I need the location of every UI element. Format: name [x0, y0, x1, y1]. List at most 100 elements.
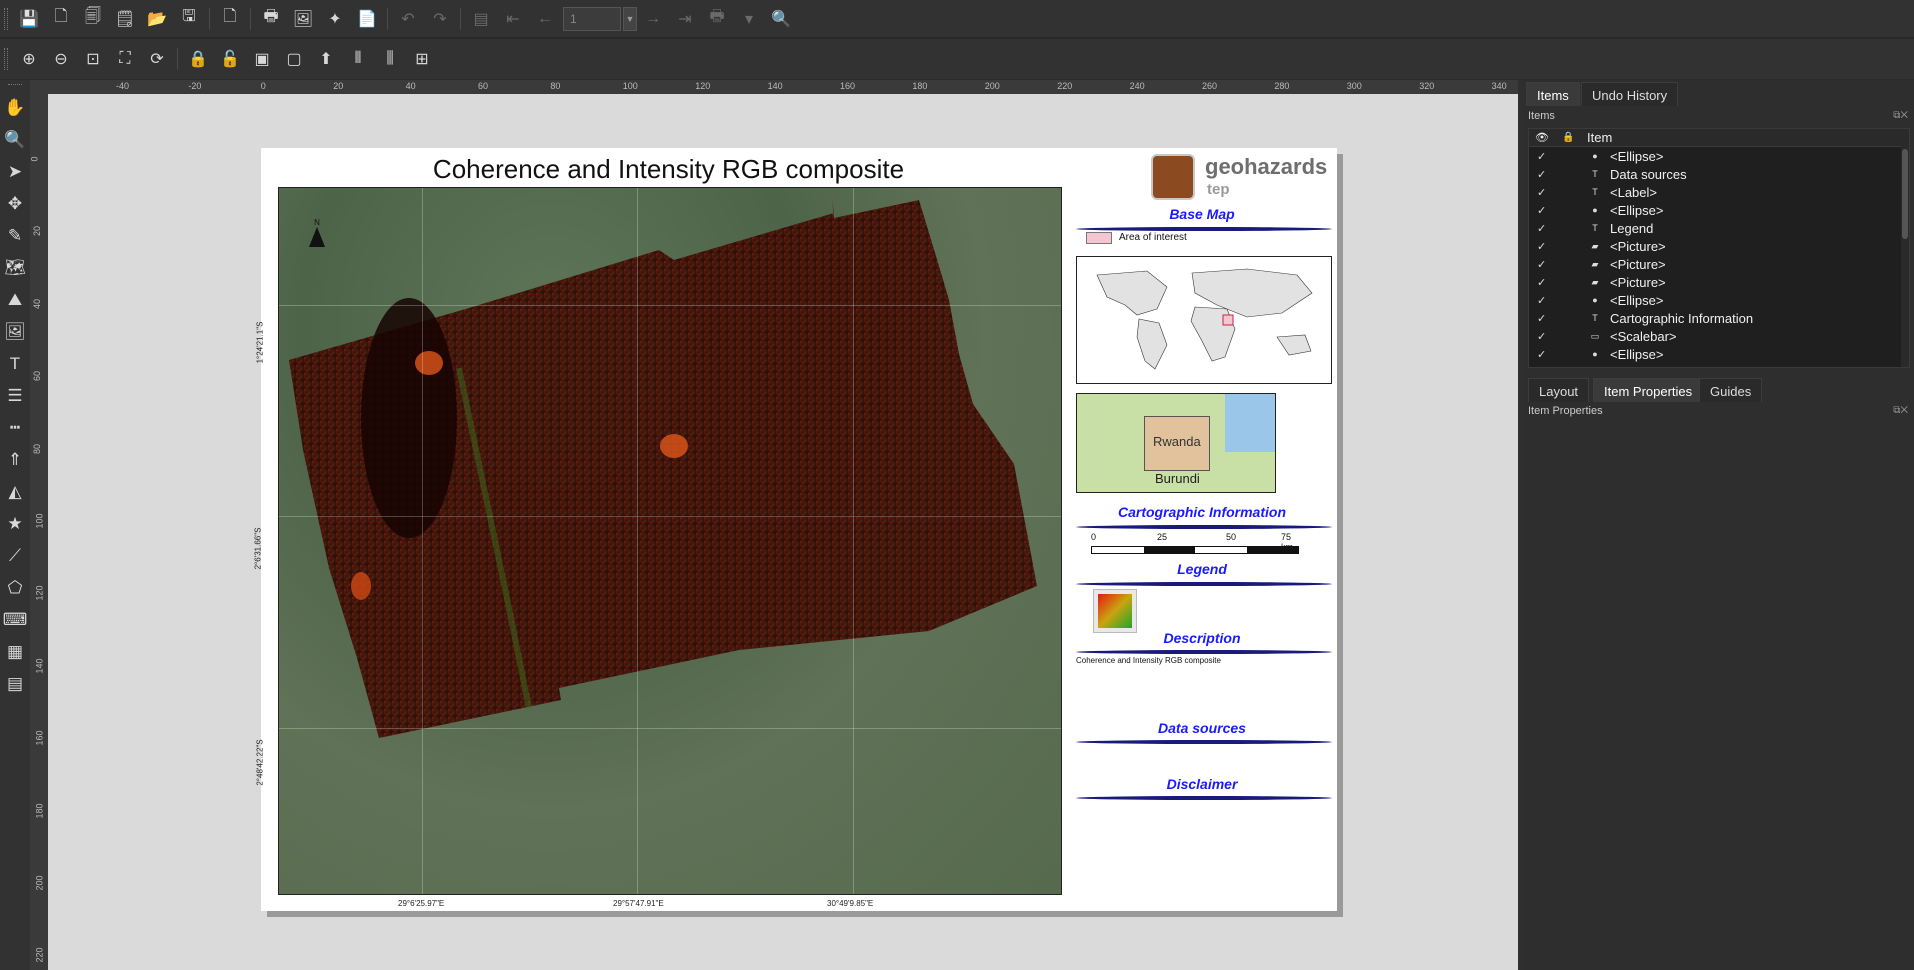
group-items-icon[interactable]: ▣ — [248, 45, 276, 73]
visibility-checkbox[interactable]: ✓ — [1537, 294, 1549, 307]
add-north-arrow-icon[interactable]: ⇑ — [0, 444, 30, 476]
list-item[interactable]: ✓ ● <Ellipse> — [1529, 345, 1909, 363]
move-content-icon[interactable]: ✥ — [0, 188, 30, 220]
raise-items-icon[interactable]: ⬆ — [312, 45, 340, 73]
tab-items[interactable]: Items — [1526, 82, 1580, 106]
list-item[interactable]: ✓ T Cartographic Information — [1529, 309, 1909, 327]
add-picture-icon[interactable]: 🖼 — [0, 316, 30, 348]
zoom-in-icon[interactable]: ⊕ — [15, 45, 43, 73]
save-template-icon[interactable]: 🖫 — [175, 5, 203, 33]
world-overview-map[interactable] — [1076, 256, 1332, 384]
list-item[interactable]: ✓ ● <Ellipse> — [1529, 201, 1909, 219]
zoom-out-icon[interactable]: ⊖ — [47, 45, 75, 73]
list-item[interactable]: ✓ ▰ <Picture> — [1529, 237, 1909, 255]
layout-page[interactable]: Coherence and Intensity RGB composite N … — [253, 148, 1337, 911]
visibility-checkbox[interactable]: ✓ — [1537, 168, 1549, 181]
list-item[interactable]: ✓ ▰ <Picture> — [1529, 273, 1909, 291]
add-html-icon[interactable]: ⌨ — [0, 604, 30, 636]
legend-heading[interactable]: Legend — [1076, 561, 1328, 577]
visibility-checkbox[interactable]: ✓ — [1537, 204, 1549, 217]
legend-color-swatch[interactable] — [1093, 589, 1137, 633]
visibility-checkbox[interactable]: ✓ — [1537, 276, 1549, 289]
visibility-checkbox[interactable]: ✓ — [1537, 222, 1549, 235]
visibility-checkbox[interactable]: ✓ — [1537, 366, 1549, 368]
list-item[interactable]: ✓ ▭ <Scalebar> — [1529, 327, 1909, 345]
add-shape-icon[interactable]: ◭ — [0, 476, 30, 508]
list-item[interactable]: ✓ T <Label> — [1529, 183, 1909, 201]
ruler-vertical[interactable]: 0 20 40 60 80 100 120 140 160 180 200 220 — [30, 94, 48, 970]
print-atlas-icon[interactable]: 🖶 — [703, 5, 731, 33]
refresh-icon[interactable]: ⟳ — [143, 45, 171, 73]
add-polygon-icon[interactable]: ⬠ — [0, 572, 30, 604]
add-legend-icon[interactable]: ☰ — [0, 380, 30, 412]
visibility-checkbox[interactable]: ✓ — [1537, 240, 1549, 253]
print-icon[interactable]: 🖶 — [257, 5, 285, 33]
add-polyline-icon[interactable]: ⟋ — [0, 540, 30, 572]
unlock-items-icon[interactable]: 🔓 — [216, 45, 244, 73]
export-image-icon[interactable]: 🖼 — [289, 5, 317, 33]
column-item[interactable]: Item — [1587, 130, 1612, 145]
save-layout-icon[interactable]: 💾 — [15, 5, 43, 33]
distribute-items-icon[interactable]: ⫼ — [376, 45, 404, 73]
description-text[interactable]: Coherence and Intensity RGB composite — [1076, 656, 1221, 665]
geohazards-logo[interactable]: geohazards tep — [1151, 154, 1327, 200]
inset-map[interactable]: Rwanda Burundi — [1076, 393, 1276, 493]
zoom-100-icon[interactable]: ⊡ — [79, 45, 107, 73]
description-heading[interactable]: Description — [1076, 630, 1328, 646]
visibility-checkbox[interactable]: ✓ — [1537, 186, 1549, 199]
layout-title[interactable]: Coherence and Intensity RGB composite — [261, 154, 1076, 185]
scroll-thumb[interactable] — [1902, 149, 1908, 239]
visibility-checkbox[interactable]: ✓ — [1537, 348, 1549, 361]
disclaimer-heading[interactable]: Disclaimer — [1076, 776, 1328, 792]
add-attribute-table-icon[interactable]: ▦ — [0, 636, 30, 668]
visibility-checkbox[interactable]: ✓ — [1537, 150, 1549, 163]
eye-icon[interactable]: 👁 — [1535, 131, 1549, 144]
tab-undo-history[interactable]: Undo History — [1581, 82, 1679, 106]
atlas-settings-icon[interactable]: 🔍 — [767, 5, 795, 33]
toolbar-grip[interactable] — [4, 48, 8, 70]
north-arrow[interactable]: N — [309, 218, 325, 248]
lock-items-icon[interactable]: 🔒 — [184, 45, 212, 73]
ruler-horizontal[interactable]: -40 -20 0 20 40 60 80 100 120 140 160 180 200 220 240 2… — [48, 80, 1518, 94]
scalebar[interactable]: 0 25 50 75 km — [1091, 532, 1301, 562]
pan-icon[interactable]: ✋ — [0, 92, 30, 124]
visibility-checkbox[interactable]: ✓ — [1537, 330, 1549, 343]
map-item[interactable]: N — [278, 187, 1062, 895]
next-feature-icon[interactable]: → — [639, 5, 667, 33]
dock-float-close-icon[interactable]: ⧉✕ — [1893, 110, 1908, 121]
undo-icon[interactable]: ↶ — [394, 5, 422, 33]
add-page-icon[interactable]: 🗋 — [216, 5, 244, 33]
export-svg-icon[interactable]: ✦ — [321, 5, 349, 33]
layout-manager-icon[interactable]: 🗒 — [111, 5, 139, 33]
data-sources-heading[interactable]: Data sources — [1076, 720, 1328, 736]
resize-items-icon[interactable]: ⊞ — [408, 45, 436, 73]
items-scrollbar[interactable] — [1901, 129, 1909, 367]
select-move-icon[interactable]: ➤ — [0, 156, 30, 188]
tab-guides[interactable]: Guides — [1699, 378, 1763, 402]
add-marker-icon[interactable]: ★ — [0, 508, 30, 540]
zoom-tool-icon[interactable]: 🔍 — [0, 124, 30, 156]
items-list[interactable]: 👁 🔒 Item ✓ ● <Ellipse> ✓ T Data sources ✓ T <Lab… — [1528, 128, 1910, 368]
list-item[interactable]: ✓ T Data M... — [1529, 363, 1909, 368]
list-item[interactable]: ✓ T Legend — [1529, 219, 1909, 237]
redo-icon[interactable]: ↷ — [426, 5, 454, 33]
new-layout-icon[interactable]: 🗋 — [47, 5, 75, 33]
cartographic-info-heading[interactable]: Cartographic Information — [1076, 504, 1328, 520]
first-feature-icon[interactable]: ⇤ — [499, 5, 527, 33]
atlas-page-input[interactable]: 1 — [563, 6, 621, 31]
toolbar-grip[interactable] — [4, 7, 8, 30]
add-label-icon[interactable]: T — [0, 348, 30, 380]
export-atlas-icon[interactable]: ▾ — [735, 5, 763, 33]
chevron-down-icon[interactable]: ▼ — [623, 6, 637, 31]
add-scalebar-icon[interactable]: ┅ — [0, 412, 30, 444]
add-3d-map-icon[interactable]: ⛰ — [0, 284, 30, 316]
zoom-full-icon[interactable]: ⛶ — [111, 45, 139, 73]
edit-nodes-icon[interactable]: ✎ — [0, 220, 30, 252]
add-map-icon[interactable]: 🗺 — [0, 252, 30, 284]
duplicate-layout-icon[interactable]: 🗐 — [79, 5, 107, 33]
base-map-heading[interactable]: Base Map — [1076, 206, 1328, 222]
tab-item-properties[interactable]: Item Properties — [1593, 378, 1704, 402]
ungroup-items-icon[interactable]: ▢ — [280, 45, 308, 73]
tab-layout[interactable]: Layout — [1528, 378, 1590, 402]
align-items-icon[interactable]: ⫴ — [344, 45, 372, 73]
